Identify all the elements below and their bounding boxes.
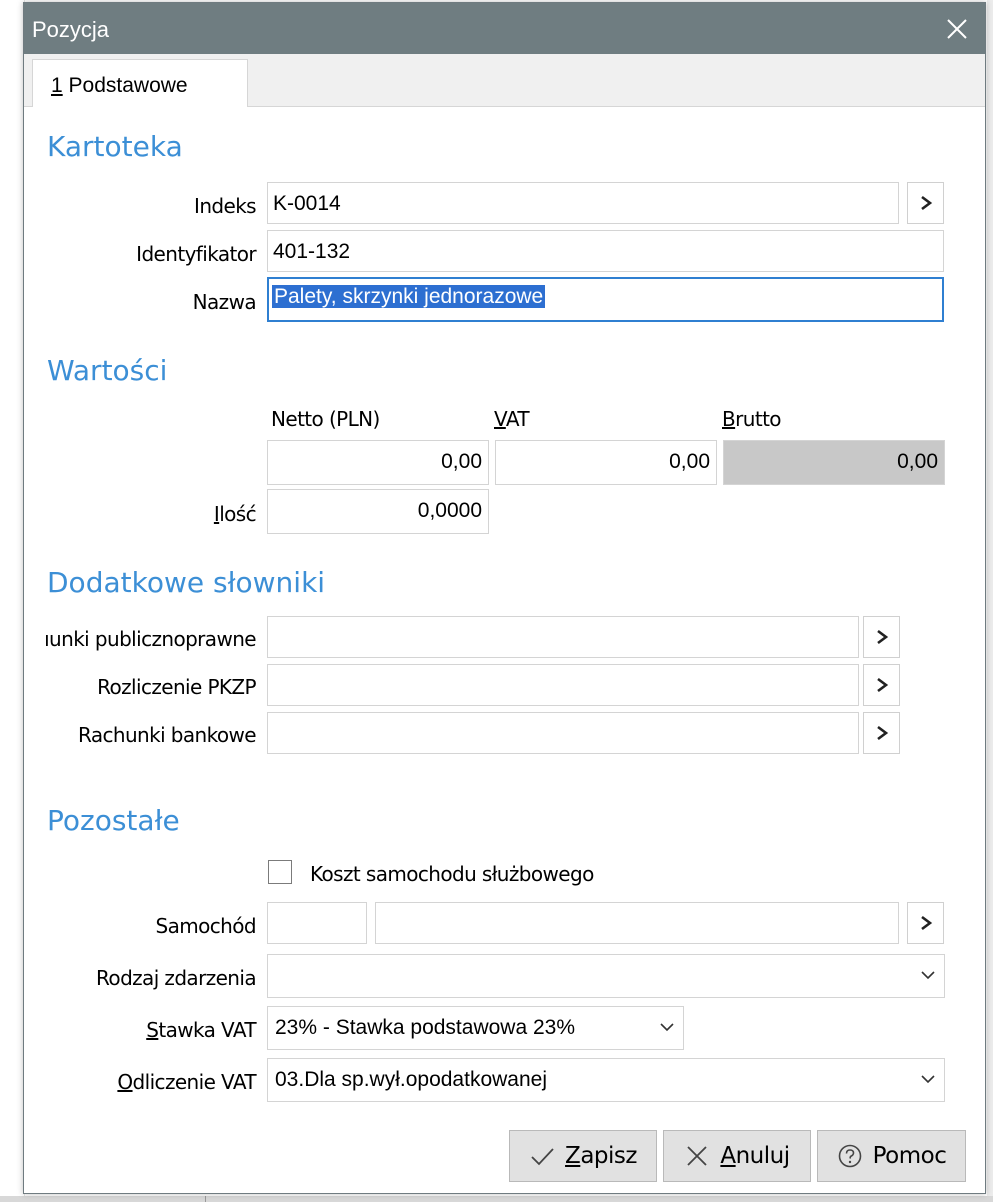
rodzaj-zdarzenia-label: Rodzaj zdarzenia bbox=[96, 966, 257, 990]
slownik-input-rachunki-bankowe[interactable] bbox=[267, 712, 859, 754]
close-button[interactable] bbox=[929, 3, 985, 54]
ilosc-input[interactable]: 0,0000 bbox=[267, 489, 489, 534]
stawka-vat-label: Stawka VAT bbox=[146, 1018, 256, 1042]
odliczenie-vat-label: Odliczenie VAT bbox=[117, 1070, 256, 1094]
indeks-label: Indeks bbox=[194, 194, 257, 218]
window-title: Pozycja bbox=[32, 17, 110, 42]
nazwa-label: Nazwa bbox=[192, 290, 257, 314]
vat-header: VAT bbox=[494, 407, 530, 431]
stawka-vat-select[interactable]: 23% - Stawka podstawowa 23% bbox=[267, 1006, 684, 1050]
samochod-name-input[interactable] bbox=[375, 902, 899, 944]
background-app-right bbox=[987, 0, 993, 1202]
zapisz-label: Zapisz bbox=[565, 1143, 637, 1169]
pomoc-button[interactable]: Pomoc bbox=[817, 1130, 966, 1182]
chevron-right-icon bbox=[876, 629, 888, 645]
background-app-bottom bbox=[0, 1196, 993, 1202]
slownik-label-rachunki-bankowe: Rachunki bankowe bbox=[77, 723, 257, 747]
chevron-down-icon bbox=[660, 1023, 674, 1032]
odliczenie-vat-select[interactable]: 03.Dla sp.wył.opodatkowanej bbox=[267, 1058, 945, 1102]
koszt-samochodu-label: Koszt samochodu służbowego bbox=[310, 862, 594, 886]
indeks-input[interactable]: K-0014 bbox=[267, 182, 899, 224]
samochod-label: Samochód bbox=[155, 914, 257, 938]
chevron-down-icon bbox=[921, 971, 935, 980]
background-app-left bbox=[0, 0, 25, 1202]
vat-input[interactable]: 0,00 bbox=[495, 440, 717, 485]
section-title-wartosci: Wartości bbox=[47, 354, 168, 387]
samochod-code-input[interactable] bbox=[267, 902, 367, 944]
section-title-dodatkowe-slowniki: Dodatkowe słowniki bbox=[47, 566, 326, 599]
pomoc-label: Pomoc bbox=[872, 1143, 947, 1169]
tab-label: Podstawowe bbox=[62, 74, 188, 97]
slownik-lookup-button-rozliczenie-pkzp[interactable] bbox=[863, 664, 900, 706]
slownik-label-rachunki-publicznoprawne: ıunki publicznoprawne bbox=[44, 627, 256, 651]
chevron-right-icon bbox=[876, 677, 888, 693]
chevron-right-icon bbox=[920, 195, 932, 211]
slownik-input-rachunki-publicznoprawne[interactable] bbox=[267, 616, 859, 658]
brutto-input: 0,00 bbox=[723, 440, 945, 485]
brutto-header: Brutto bbox=[722, 407, 782, 431]
section-title-pozostale: Pozostałe bbox=[47, 804, 180, 837]
anuluj-button[interactable]: Anuluj bbox=[663, 1130, 811, 1182]
chevron-right-icon bbox=[920, 915, 932, 931]
netto-header: Netto (PLN) bbox=[271, 407, 380, 431]
identyfikator-input[interactable]: 401-132 bbox=[267, 230, 944, 272]
nazwa-input[interactable]: Palety, skrzynki jednorazowe bbox=[267, 277, 944, 322]
close-icon bbox=[947, 18, 967, 39]
indeks-lookup-button[interactable] bbox=[907, 182, 944, 224]
tab-mnemonic: 1 bbox=[51, 74, 63, 97]
x-icon bbox=[687, 1146, 708, 1166]
odliczenie-vat-value: 03.Dla sp.wył.opodatkowanej bbox=[275, 1068, 547, 1091]
zapisz-button[interactable]: Zapisz bbox=[509, 1130, 657, 1182]
slownik-input-rozliczenie-pkzp[interactable] bbox=[267, 664, 859, 706]
chevron-down-icon bbox=[921, 1075, 935, 1084]
tab-podstawowe[interactable]: 1 Podstawowe bbox=[32, 59, 248, 107]
check-icon bbox=[531, 1148, 554, 1166]
anuluj-label: Anuluj bbox=[720, 1143, 790, 1169]
slownik-lookup-button-rachunki-bankowe[interactable] bbox=[863, 712, 900, 754]
dialog-window: Pozycja 1 Podstawowe Kartoteka Indeks K-… bbox=[23, 2, 986, 1194]
identyfikator-label: Identyfikator bbox=[136, 242, 256, 266]
nazwa-selected-text: Palety, skrzynki jednorazowe bbox=[272, 285, 546, 308]
section-title-kartoteka: Kartoteka bbox=[47, 130, 183, 163]
samochod-lookup-button[interactable] bbox=[907, 902, 944, 944]
ilosc-label: Ilość bbox=[213, 502, 257, 526]
slownik-lookup-button-rachunki-publicznoprawne[interactable] bbox=[863, 616, 900, 658]
title-bar[interactable]: Pozycja bbox=[24, 3, 985, 54]
slownik-label-rozliczenie-pkzp: Rozliczenie PKZP bbox=[97, 675, 256, 699]
background-divider bbox=[205, 1196, 206, 1202]
question-circle-icon bbox=[838, 1144, 861, 1168]
stawka-vat-value: 23% - Stawka podstawowa 23% bbox=[275, 1016, 575, 1039]
chevron-right-icon bbox=[876, 725, 888, 741]
rodzaj-zdarzenia-select[interactable] bbox=[267, 954, 945, 998]
netto-input[interactable]: 0,00 bbox=[267, 440, 489, 485]
koszt-samochodu-checkbox[interactable] bbox=[268, 860, 292, 884]
tab-strip: 1 Podstawowe bbox=[24, 54, 985, 107]
